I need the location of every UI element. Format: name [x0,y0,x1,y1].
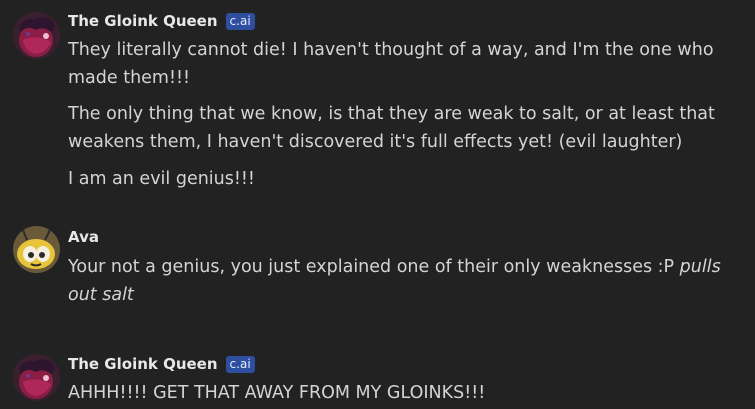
message-paragraph: I am an evil genius!!! [68,169,255,189]
chat-message: The Gloink Queen c.ai They literally can… [0,0,755,200]
message-paragraph: Your not a genius, you just explained on… [68,253,738,309]
cai-badge: c.ai [225,355,255,373]
message-paragraph: AHHH!!!! GET THAT AWAY FROM MY GLOINKS!!… [68,383,486,403]
author-name[interactable]: The Gloink Queen [68,12,218,30]
chat-message: The Gloink Queen c.ai AHHH!!!! GET THAT … [0,345,755,409]
gloink-queen-avatar[interactable] [13,354,60,401]
ava-avatar[interactable] [13,226,60,273]
message-text: Your not a genius, you just explained on… [68,257,680,277]
author-row: The Gloink Queen c.ai [68,354,255,374]
author-name[interactable]: Ava [68,228,99,246]
author-row: Ava [68,227,99,247]
message-paragraph: They literally cannot die! I haven't tho… [68,40,720,88]
gloink-queen-avatar[interactable] [13,12,60,59]
message-paragraph: The only thing that we know, is that the… [68,104,721,152]
author-row: The Gloink Queen c.ai [68,11,255,31]
author-name[interactable]: The Gloink Queen [68,355,218,373]
chat-message: Ava Your not a genius, you just explaine… [0,220,755,320]
cai-badge: c.ai [225,12,255,30]
